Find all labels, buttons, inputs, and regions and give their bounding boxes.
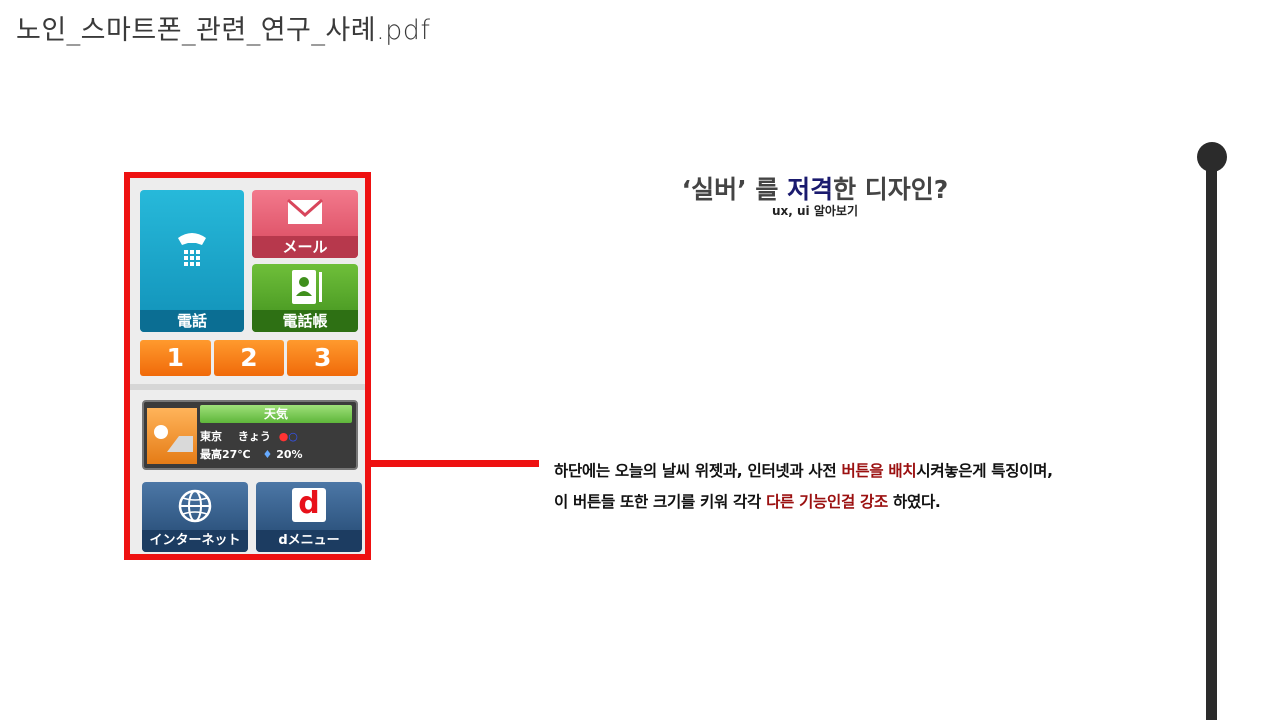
file-title: 노인_스마트폰_관련_연구_사례.pdf bbox=[16, 15, 431, 46]
mail-tile[interactable]: メール bbox=[252, 190, 358, 258]
contact-book-icon bbox=[292, 270, 322, 304]
desc-l2-emphasis: 다른 기능인걸 강조 bbox=[766, 493, 888, 511]
dmenu-tile[interactable]: d dメニュー bbox=[256, 482, 362, 552]
callout-line bbox=[371, 460, 539, 467]
globe-icon bbox=[178, 489, 212, 523]
speed-dial-3[interactable]: 3 bbox=[287, 340, 359, 376]
section-heading: ‘실버’ 를 저격한 디자인? bbox=[600, 170, 1030, 206]
d-logo-letter: d bbox=[298, 486, 320, 521]
desc-l1c: 시켜놓은게 특징이며, bbox=[916, 462, 1053, 480]
desc-l1-emphasis: 버튼을 배치 bbox=[841, 462, 917, 480]
weather-header: 天気 bbox=[200, 405, 352, 423]
phone-tile[interactable]: 電話 bbox=[140, 190, 244, 332]
speed-dial-row: 1 2 3 bbox=[140, 340, 359, 376]
heading-part1: ‘실버’ 를 bbox=[681, 175, 788, 204]
desc-l1a: 하단에는 오늘의 날씨 위젯과, 인터넷과 사전 bbox=[554, 462, 842, 480]
weather-widget[interactable]: 天気 東京 きょう ●○ 最高27℃ ♦ 20% bbox=[142, 400, 358, 470]
weather-dot-icons: ● bbox=[278, 430, 289, 443]
dmenu-label: dメニュー bbox=[256, 530, 362, 552]
internet-label: インターネット bbox=[142, 530, 248, 552]
divider bbox=[130, 384, 365, 390]
heading-part2: 한 디자인? bbox=[833, 175, 949, 204]
internet-tile[interactable]: インターネット bbox=[142, 482, 248, 552]
weather-dot-blue-icon: ○ bbox=[288, 430, 298, 443]
speed-dial-1[interactable]: 1 bbox=[140, 340, 211, 376]
weather-day: きょう bbox=[237, 430, 271, 443]
weather-temp: 最高27℃ bbox=[200, 448, 251, 461]
heading-highlight: 저격 bbox=[787, 175, 834, 204]
sun-cloud-icon bbox=[147, 408, 197, 464]
weather-city: 東京 bbox=[200, 430, 222, 443]
mail-label: メール bbox=[252, 236, 358, 258]
phonebook-tile[interactable]: 電話帳 bbox=[252, 264, 358, 332]
d-logo-icon: d bbox=[292, 488, 326, 522]
desc-l2c: 하였다. bbox=[887, 493, 941, 511]
umbrella-icon: ♦ bbox=[262, 448, 273, 461]
mail-icon bbox=[287, 198, 323, 224]
section-subheading: ux, ui 알아보기 bbox=[771, 204, 858, 218]
desc-l2a: 이 버튼들 또한 크기를 키워 각각 bbox=[554, 493, 767, 511]
weather-rain: 20% bbox=[276, 448, 303, 461]
phonebook-label: 電話帳 bbox=[252, 310, 358, 332]
description-line-2: 이 버튼들 또한 크기를 키워 각각 다른 기능인걸 강조 하였다. bbox=[554, 487, 1214, 518]
timeline-line bbox=[1206, 160, 1217, 720]
phone-screenshot: 電話 メール 電話帳 1 2 3 天気 東京 きょう ●○ 最高27℃ ♦ 20… bbox=[124, 172, 371, 560]
speed-dial-2[interactable]: 2 bbox=[213, 340, 285, 376]
weather-today-line: 東京 きょう ●○ bbox=[200, 428, 298, 444]
weather-detail-line: 最高27℃ ♦ 20% bbox=[200, 446, 303, 462]
description-text: 하단에는 오늘의 날씨 위젯과, 인터넷과 사전 버튼을 배치시켜놓은게 특징이… bbox=[554, 456, 1214, 518]
description-line-1: 하단에는 오늘의 날씨 위젯과, 인터넷과 사전 버튼을 배치시켜놓은게 특징이… bbox=[554, 456, 1214, 487]
timeline-dot bbox=[1197, 142, 1227, 172]
phone-icon bbox=[178, 233, 206, 266]
phone-label: 電話 bbox=[140, 310, 244, 332]
